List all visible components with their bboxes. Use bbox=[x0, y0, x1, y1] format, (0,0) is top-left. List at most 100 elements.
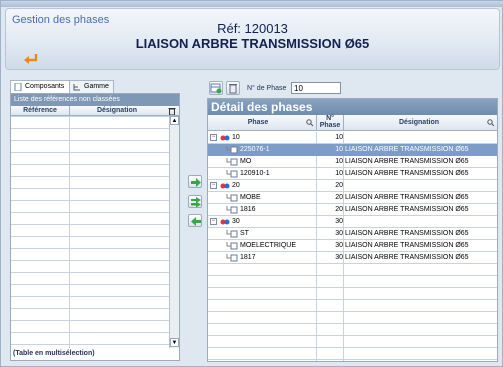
table-row[interactable]: MOELECTRIQUE 30 LIAISON ARBRE TRANSMISSION… bbox=[208, 240, 497, 252]
item-icon bbox=[226, 158, 238, 166]
item-icon bbox=[226, 254, 238, 262]
vertical-scrollbar[interactable]: ▲ ▼ bbox=[169, 116, 179, 348]
header-banner: Gestion des phases Réf: 120013 LIAISON A… bbox=[5, 8, 500, 70]
cell-phase-number: 10 bbox=[335, 158, 343, 165]
column-designation[interactable]: Désignation bbox=[344, 119, 494, 126]
phase-detail-table: Détail des phases Phase N° Phase Désigna… bbox=[207, 98, 498, 362]
arrow-right-icon bbox=[191, 178, 201, 187]
tab-gamme[interactable]: Gamme bbox=[69, 80, 114, 93]
cell-phase-number: 10 bbox=[335, 170, 343, 177]
column-phase[interactable]: Phase bbox=[208, 119, 308, 126]
back-arrow-icon[interactable] bbox=[22, 53, 38, 65]
cell-phase: MOBE bbox=[240, 194, 261, 201]
reference-designation: LIAISON ARBRE TRANSMISSION Ø65 bbox=[135, 36, 370, 51]
cell-phase: 10 bbox=[232, 134, 240, 141]
cell-phase: 1816 bbox=[240, 206, 256, 213]
cell-phase: ST bbox=[240, 230, 249, 237]
move-all-right-button[interactable] bbox=[188, 195, 202, 208]
phase-group-icon bbox=[220, 134, 230, 142]
add-phase-button[interactable] bbox=[209, 81, 223, 95]
collapse-icon[interactable]: − bbox=[210, 182, 217, 189]
tab-label: Composants bbox=[25, 83, 65, 90]
move-left-button[interactable] bbox=[188, 214, 202, 227]
phase-group-row[interactable]: − 20 20 bbox=[208, 180, 497, 192]
phase-group-icon bbox=[220, 218, 230, 226]
column-divider bbox=[69, 106, 70, 116]
tab-composants[interactable]: Composants bbox=[10, 80, 70, 93]
table-row[interactable]: 1816 20 LIAISON ARBRE TRANSMISSION Ø65 bbox=[208, 204, 497, 216]
unclassified-references-table: Liste des références non classées Référe… bbox=[10, 93, 180, 361]
cell-phase-number: 30 bbox=[335, 218, 343, 225]
move-right-button[interactable] bbox=[188, 175, 202, 188]
table-row[interactable]: 120910-1 10 LIAISON ARBRE TRANSMISSION Ø65 bbox=[208, 168, 497, 180]
table-row[interactable]: 225076-1 10 LIAISON ARBRE TRANSMISSION Ø65 bbox=[208, 144, 497, 156]
collapse-icon[interactable]: − bbox=[210, 134, 217, 141]
table-row[interactable]: ST 30 LIAISON ARBRE TRANSMISSION Ø65 bbox=[208, 228, 497, 240]
tab-label: Gamme bbox=[84, 83, 109, 90]
multiselect-note: (Table en multisélection) bbox=[13, 350, 95, 357]
item-icon bbox=[226, 194, 238, 202]
cell-designation: LIAISON ARBRE TRANSMISSION Ø65 bbox=[345, 206, 469, 213]
double-arrow-right-icon bbox=[191, 197, 201, 208]
cell-phase: MOELECTRIQUE bbox=[240, 242, 297, 249]
trash-icon[interactable] bbox=[168, 107, 176, 116]
phase-group-icon bbox=[220, 182, 230, 190]
cell-phase-number: 30 bbox=[335, 242, 343, 249]
phase-number-label: N° de Phase bbox=[247, 85, 287, 92]
cell-designation: LIAISON ARBRE TRANSMISSION Ø65 bbox=[345, 170, 469, 177]
cell-designation: LIAISON ARBRE TRANSMISSION Ø65 bbox=[345, 230, 469, 237]
title-bar bbox=[1, 1, 503, 7]
cell-phase: MO bbox=[240, 158, 252, 165]
table-header: Référence Désignation bbox=[11, 106, 179, 116]
cell-phase-number: 10 bbox=[335, 146, 343, 153]
search-icon[interactable] bbox=[306, 119, 314, 129]
cell-phase-number: 30 bbox=[335, 230, 343, 237]
item-icon bbox=[226, 146, 238, 154]
table-header: Phase N° Phase Désignation bbox=[208, 115, 497, 131]
column-phase-number[interactable]: N° Phase bbox=[317, 115, 343, 129]
arrow-left-icon bbox=[191, 217, 201, 226]
reference-label: Réf: 120013 bbox=[217, 21, 288, 36]
cell-phase-number: 20 bbox=[335, 206, 343, 213]
cell-phase-number: 20 bbox=[335, 182, 343, 189]
item-icon bbox=[226, 206, 238, 214]
tree-icon bbox=[73, 83, 81, 91]
table-title: Liste des références non classées bbox=[11, 94, 179, 106]
page-icon bbox=[14, 82, 22, 92]
cell-phase: 225076-1 bbox=[240, 146, 270, 153]
column-reference[interactable]: Référence bbox=[15, 107, 65, 114]
cell-phase-number: 30 bbox=[335, 254, 343, 261]
table-body[interactable] bbox=[11, 116, 169, 348]
cell-designation: LIAISON ARBRE TRANSMISSION Ø65 bbox=[345, 242, 469, 249]
column-designation[interactable]: Désignation bbox=[73, 107, 161, 114]
cell-phase: 120910-1 bbox=[240, 170, 270, 177]
cell-phase: 30 bbox=[232, 218, 240, 225]
window: Gestion des phases Réf: 120013 LIAISON A… bbox=[0, 0, 503, 367]
phase-group-row[interactable]: − 30 30 bbox=[208, 216, 497, 228]
table-row[interactable]: MO 10 LIAISON ARBRE TRANSMISSION Ø65 bbox=[208, 156, 497, 168]
delete-phase-button[interactable] bbox=[226, 81, 240, 95]
cell-designation: LIAISON ARBRE TRANSMISSION Ø65 bbox=[345, 194, 469, 201]
search-icon[interactable] bbox=[487, 119, 495, 129]
phase-group-row[interactable]: − 10 10 bbox=[208, 132, 497, 144]
table-row[interactable]: MOBE 20 LIAISON ARBRE TRANSMISSION Ø65 bbox=[208, 192, 497, 204]
cell-phase-number: 20 bbox=[335, 194, 343, 201]
table-title: Détail des phases bbox=[208, 99, 497, 115]
trash-icon bbox=[229, 84, 237, 94]
cell-designation: LIAISON ARBRE TRANSMISSION Ø65 bbox=[345, 158, 469, 165]
cell-phase: 1817 bbox=[240, 254, 256, 261]
item-icon bbox=[226, 230, 238, 238]
scroll-down-icon[interactable]: ▼ bbox=[170, 338, 179, 347]
phase-number-input[interactable] bbox=[291, 82, 341, 94]
collapse-icon[interactable]: − bbox=[210, 218, 217, 225]
column-divider bbox=[69, 116, 70, 348]
cell-phase-number: 10 bbox=[335, 134, 343, 141]
cell-phase: 20 bbox=[232, 182, 240, 189]
cell-designation: LIAISON ARBRE TRANSMISSION Ø65 bbox=[345, 146, 469, 153]
cell-designation: LIAISON ARBRE TRANSMISSION Ø65 bbox=[345, 254, 469, 261]
scroll-up-icon[interactable]: ▲ bbox=[170, 116, 179, 125]
table-row[interactable]: 1817 30 LIAISON ARBRE TRANSMISSION Ø65 bbox=[208, 252, 497, 264]
add-table-icon bbox=[210, 83, 222, 94]
table-body[interactable]: −10 10 225076-1 10 LIAISON ARBRE TRANSMISSIO… bbox=[208, 132, 497, 361]
item-icon bbox=[226, 170, 238, 178]
